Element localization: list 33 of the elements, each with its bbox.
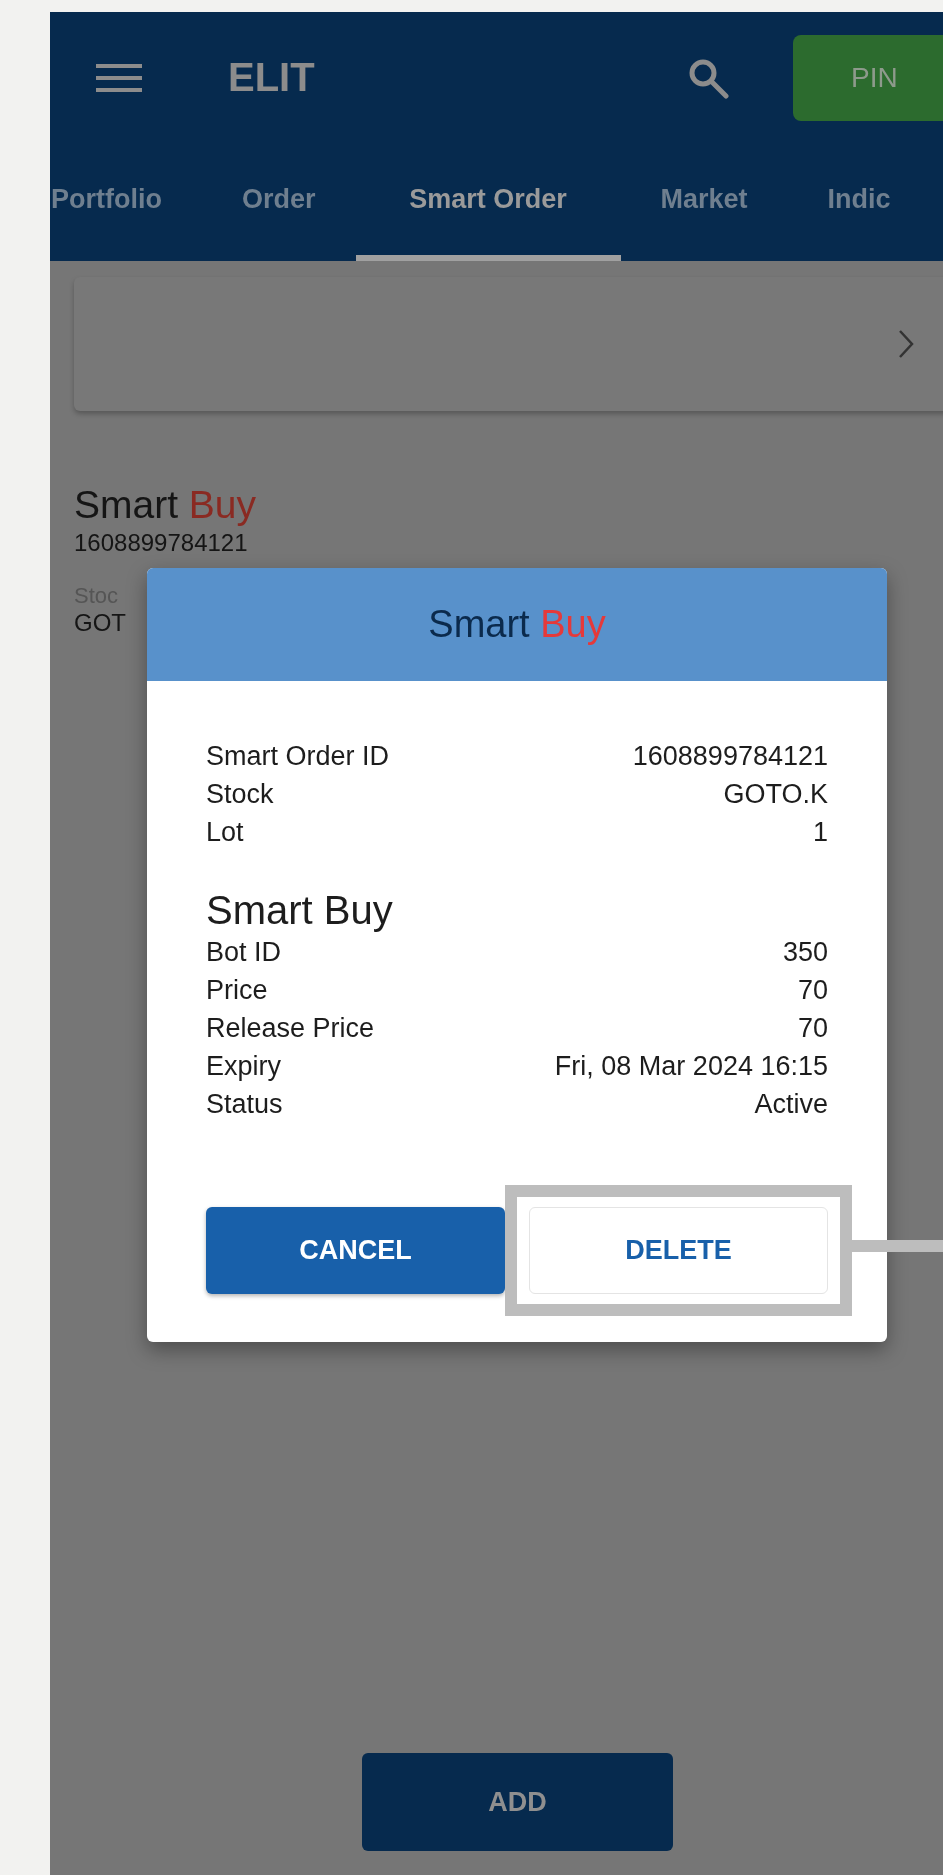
detail-value: Fri, 08 Mar 2024 16:15 (554, 1050, 828, 1083)
detail-label: Bot ID (206, 936, 283, 969)
detail-label: Release Price (206, 1012, 376, 1045)
tab[interactable]: Market (620, 143, 788, 261)
chevron-right-icon[interactable] (898, 329, 914, 359)
order-id: 1608899784121 (74, 529, 249, 557)
cancel-button[interactable]: CANCEL (206, 1207, 505, 1294)
order-title: Smart Buy (74, 483, 258, 527)
tab[interactable]: Indic (787, 143, 931, 261)
field-value: GOT (74, 609, 126, 637)
dialog-title: Smart Buy (428, 603, 606, 646)
tab[interactable]: Order (202, 143, 356, 261)
menu-icon[interactable] (96, 61, 142, 94)
section-title: Smart Buy (206, 887, 394, 933)
detail-label: Smart Order ID (206, 740, 391, 773)
add-button[interactable]: ADD (362, 1753, 673, 1851)
detail-value: 1608899784121 (632, 740, 828, 773)
detail-value: GOTO.K (722, 778, 828, 811)
app-title: ELIT (228, 55, 316, 100)
tab[interactable]: Smart Order (355, 143, 621, 261)
detail-value: 70 (796, 974, 828, 1007)
delete-button[interactable]: DELETE (529, 1207, 828, 1294)
detail-value: 70 (796, 1012, 828, 1045)
pin-button[interactable]: PIN (793, 34, 943, 121)
detail-label: Stock (206, 778, 275, 811)
detail-label: Price (206, 974, 269, 1007)
detail-value: Active (753, 1088, 828, 1121)
detail-value: 350 (781, 936, 828, 969)
detail-label: Status (206, 1088, 284, 1121)
detail-label: Expiry (206, 1050, 282, 1083)
tab[interactable]: Portfolio (50, 143, 202, 261)
detail-value: 1 (811, 816, 828, 849)
detail-label: Lot (206, 816, 245, 849)
